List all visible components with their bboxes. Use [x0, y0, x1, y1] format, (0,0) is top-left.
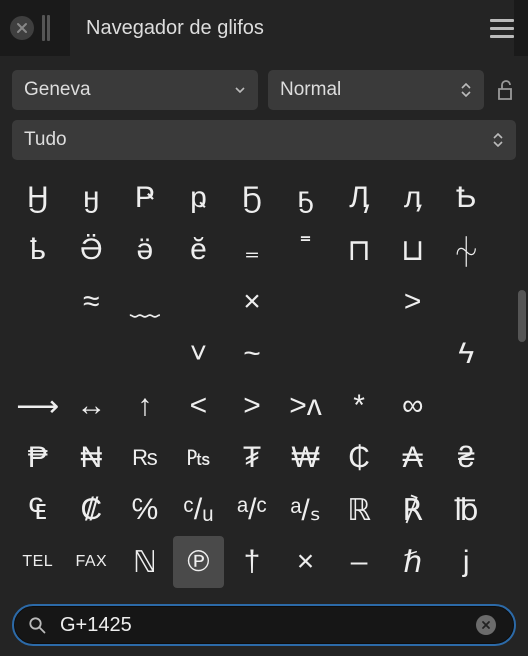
panel-tab-glyphs[interactable]: Navegador de glifos	[70, 0, 484, 56]
glyph-cell[interactable]: ₧	[173, 432, 225, 484]
glyph-cell[interactable]: >	[226, 380, 278, 432]
glyph-cell[interactable]: ҕ	[280, 172, 332, 224]
close-button[interactable]	[10, 16, 34, 40]
glyph-cell[interactable]: ˃	[387, 276, 439, 328]
glyph-cell[interactable]: ₨	[119, 432, 171, 484]
glyph-cell[interactable]: ˭	[280, 224, 332, 276]
glyph-cell[interactable]: ₴	[440, 432, 492, 484]
glyph-cell[interactable]: ~	[226, 328, 278, 380]
glyph-cell[interactable]: ℝ	[333, 484, 385, 536]
glyph-cell[interactable]: ϟ	[440, 328, 492, 380]
scrollbar-thumb[interactable]	[518, 290, 526, 342]
glyph-cell[interactable]: FAX	[66, 536, 118, 588]
category-filter-value: Tudo	[24, 129, 67, 151]
glyph-cell[interactable]: *	[333, 380, 385, 432]
close-icon	[16, 22, 28, 34]
font-lock-toggle[interactable]	[494, 79, 516, 101]
glyph-cell[interactable]: ӆ	[387, 172, 439, 224]
chevron-up-down-icon	[492, 133, 504, 147]
glyph-cell[interactable]: ₡	[66, 484, 118, 536]
glyph-cell[interactable]: Ҕ	[226, 172, 278, 224]
glyph-cell[interactable]: ₌	[226, 224, 278, 276]
glyph-cell[interactable]: ӈ	[66, 172, 118, 224]
glyph-cell[interactable]: ℏ	[387, 536, 439, 588]
glyph-cell[interactable]: Ҍ	[440, 172, 492, 224]
glyph-cell[interactable]: ᵃ/ₛ	[280, 484, 332, 536]
glyph-cell[interactable]: ⟶	[12, 380, 64, 432]
chevron-up-down-icon	[460, 83, 472, 97]
glyph-cell[interactable]: j	[440, 536, 492, 588]
glyph-cell[interactable]	[440, 276, 492, 328]
glyph-cell[interactable]: ℅	[119, 484, 171, 536]
glyph-cell[interactable]: >ʌ	[280, 380, 332, 432]
glyph-cell[interactable]: ₮	[226, 432, 278, 484]
glyph-cell[interactable]	[173, 276, 225, 328]
glyph-cell[interactable]: ∞	[387, 380, 439, 432]
glyph-cell[interactable]: ×	[280, 536, 332, 588]
glyph-cell[interactable]: ℗	[173, 536, 225, 588]
panel-menu-button[interactable]	[484, 0, 514, 56]
glyph-cell[interactable]: ₠	[12, 484, 64, 536]
search-icon	[28, 616, 46, 634]
glyph-cell[interactable]: ↑	[119, 380, 171, 432]
glyph-cell[interactable]: ≈	[66, 276, 118, 328]
glyph-cell[interactable]: –	[333, 536, 385, 588]
glyph-cell[interactable]: ᶜ/ᵤ	[173, 484, 225, 536]
font-select-value: Geneva	[24, 79, 91, 101]
glyph-cell[interactable]: ↔	[66, 380, 118, 432]
glyph-cell[interactable]: ⏆	[440, 224, 492, 276]
glyph-cell[interactable]	[387, 328, 439, 380]
glyph-cell[interactable]: <	[173, 380, 225, 432]
glyph-cell[interactable]: ₩	[280, 432, 332, 484]
search-input[interactable]	[60, 614, 476, 637]
glyph-cell[interactable]: Ӛ	[66, 224, 118, 276]
clear-search-button[interactable]	[476, 615, 496, 635]
glyph-grid: ӇӈҎҏҔҕӅӆҌҍӚӛӗ₌˭⊓⊔⏆ ≈﹏ × ˃ ˅~ ϟ ⟶↔↑<>>ʌ*∞ ₱₦₨₧₮₩…	[12, 172, 492, 588]
glyph-cell[interactable]	[12, 328, 64, 380]
glyph-cell[interactable]: ӛ	[119, 224, 171, 276]
glyph-cell[interactable]: ⊔	[387, 224, 439, 276]
glyph-cell[interactable]: ⊓	[333, 224, 385, 276]
glyph-cell[interactable]: ᵃ/ᶜ	[226, 484, 278, 536]
glyph-cell[interactable]: Ӈ	[12, 172, 64, 224]
glyph-cell[interactable]: ₱	[12, 432, 64, 484]
glyph-cell[interactable]: ҏ	[173, 172, 225, 224]
glyph-cell[interactable]: ×	[226, 276, 278, 328]
glyph-cell[interactable]: ˅	[173, 328, 225, 380]
glyph-cell[interactable]: Ҏ	[119, 172, 171, 224]
glyph-cell[interactable]: Ӆ	[333, 172, 385, 224]
glyph-cell[interactable]: ҍ	[12, 224, 64, 276]
chevron-down-icon	[234, 87, 246, 93]
lock-open-icon	[496, 79, 514, 101]
glyph-cell[interactable]: ₦	[66, 432, 118, 484]
glyph-cell[interactable]	[333, 276, 385, 328]
glyph-cell[interactable]	[280, 276, 332, 328]
glyph-cell[interactable]	[66, 328, 118, 380]
glyph-cell[interactable]: TEL	[12, 536, 64, 588]
glyph-cell[interactable]: ₵	[333, 432, 385, 484]
drag-handle[interactable]	[42, 15, 50, 41]
glyph-cell[interactable]: ӗ	[173, 224, 225, 276]
glyph-cell[interactable]	[333, 328, 385, 380]
category-filter-select[interactable]: Tudo	[12, 120, 516, 160]
glyph-cell[interactable]: ℔	[440, 484, 492, 536]
style-select[interactable]: Normal	[268, 70, 484, 110]
glyph-cell[interactable]: †	[226, 536, 278, 588]
panel-title: Navegador de glifos	[86, 17, 264, 40]
glyph-cell[interactable]: ﹏	[119, 276, 171, 328]
glyph-cell[interactable]: ₳	[387, 432, 439, 484]
glyph-cell[interactable]	[119, 328, 171, 380]
glyph-cell[interactable]	[440, 380, 492, 432]
glyph-cell[interactable]: ℕ	[119, 536, 171, 588]
glyph-cell[interactable]	[280, 328, 332, 380]
close-icon	[481, 620, 491, 630]
font-select[interactable]: Geneva	[12, 70, 258, 110]
glyph-cell[interactable]	[12, 276, 64, 328]
glyph-cell[interactable]: ℟	[387, 484, 439, 536]
style-select-value: Normal	[280, 79, 341, 101]
search-bar	[12, 604, 516, 646]
